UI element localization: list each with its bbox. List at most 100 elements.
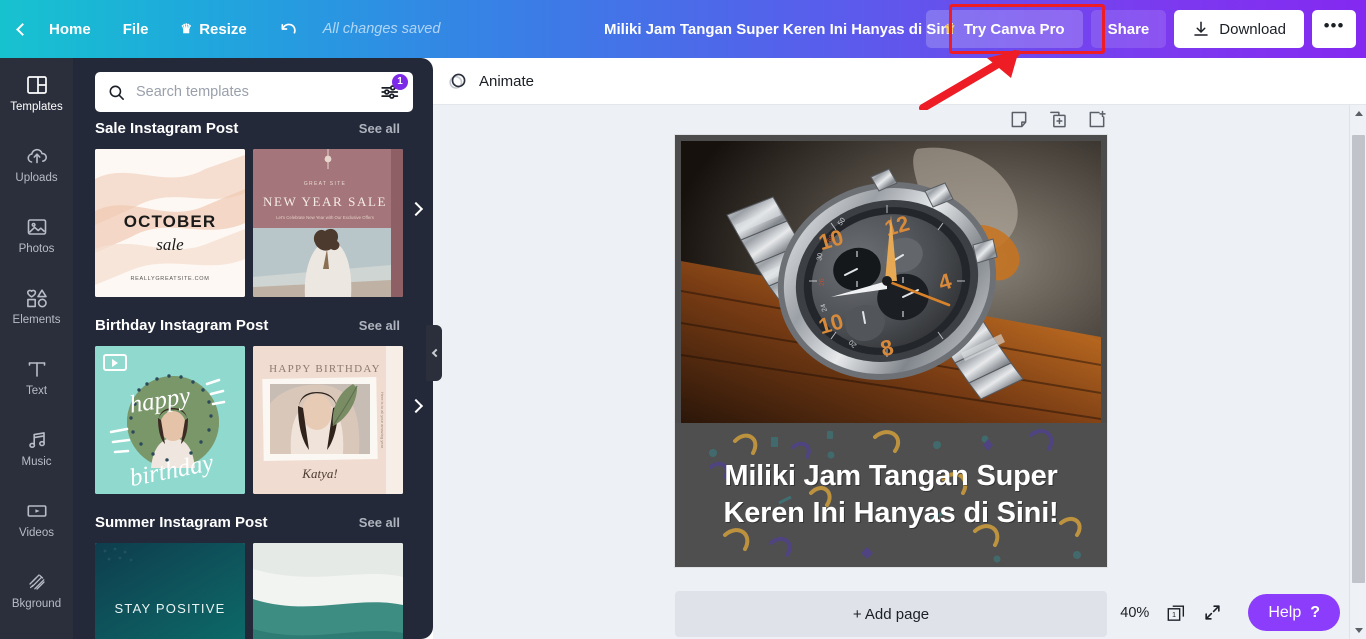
canvas-area[interactable]: 50 30 24 20 60 26 12 4 8 10 10 Miliki Ja…	[433, 105, 1366, 639]
expand-icon[interactable]	[1203, 603, 1222, 622]
animate-circles-icon	[449, 73, 466, 89]
svg-text:26: 26	[819, 278, 826, 286]
undo-button[interactable]	[263, 0, 315, 58]
design-caption[interactable]: Miliki Jam Tangan Super Keren Ini Hanyas…	[675, 423, 1107, 567]
question-mark-icon: ?	[1310, 603, 1320, 621]
see-all-link[interactable]: See all	[359, 318, 400, 333]
more-horizontal-icon: •••	[1323, 15, 1345, 35]
duplicate-page-icon[interactable]	[1048, 109, 1068, 130]
carousel-next-sale[interactable]	[407, 194, 425, 224]
upload-cloud-icon	[25, 144, 49, 168]
search-bar[interactable]: 1	[95, 72, 413, 112]
editor-toolbar: Animate	[433, 58, 1366, 105]
template-section-birthday: Birthday Instagram Post See all happy bi…	[73, 317, 433, 494]
sidebar-item-text[interactable]: Text	[0, 342, 73, 413]
chevron-left-icon	[431, 348, 440, 358]
resize-button[interactable]: ♛ Resize	[165, 0, 263, 58]
template-thumbnail-happy-birthday-teal[interactable]: happy birthday	[95, 346, 245, 494]
sidebar-item-elements[interactable]: Elements	[0, 271, 73, 342]
file-menu-button[interactable]: File	[107, 0, 165, 58]
video-icon	[25, 499, 49, 523]
sidebar-item-uploads[interactable]: Uploads	[0, 129, 73, 200]
sidebar-item-label: Elements	[12, 314, 61, 327]
zoom-level-label[interactable]: 40%	[1120, 605, 1149, 621]
save-status-label: All changes saved	[322, 21, 441, 37]
sidebar-item-label: Videos	[19, 527, 54, 540]
sidebar-item-label: Uploads	[15, 172, 58, 185]
panel-collapse-handle[interactable]	[426, 325, 442, 381]
see-all-link[interactable]: See all	[359, 121, 400, 136]
templates-scroll-container[interactable]: Sale Instagram Post See all OCTOBER sale…	[73, 120, 433, 639]
sidebar-item-photos[interactable]: Photos	[0, 200, 73, 271]
sidebar-item-bkground[interactable]: Bkground	[0, 555, 73, 626]
download-button[interactable]: Download	[1174, 10, 1304, 48]
design-caption-line-2: Keren Ini Hanyas di Sini!	[723, 497, 1059, 529]
sidebar-item-label: Photos	[18, 243, 55, 256]
section-title: Birthday Instagram Post	[95, 317, 269, 334]
more-options-button[interactable]: •••	[1312, 10, 1356, 48]
filter-count-badge: 1	[392, 74, 408, 90]
share-label: Share	[1107, 20, 1150, 38]
sidebar-item-videos[interactable]: Videos	[0, 484, 73, 555]
back-button[interactable]	[0, 0, 33, 58]
design-title[interactable]: Miliki Jam Tangan Super Keren Ini Hanyas…	[604, 0, 954, 58]
template-thumbnail-stay-positive[interactable]: STAY POSITIVE	[95, 543, 245, 639]
template-thumbnail-new-year-sale[interactable]: GREAT SITE NEW YEAR SALE Let's Celebrate…	[253, 149, 403, 297]
chevron-left-icon	[16, 22, 29, 36]
sidebar-item-label: Bkground	[11, 598, 62, 611]
video-template-badge	[103, 354, 127, 371]
svg-text:HAPPY BIRTHDAY: HAPPY BIRTHDAY	[269, 363, 381, 375]
canvas-vertical-scrollbar[interactable]	[1349, 105, 1366, 639]
chronograph-watch-photo: 50 30 24 20 60 26 12 4 8 10 10	[681, 141, 1101, 423]
watch-photo[interactable]: 50 30 24 20 60 26 12 4 8 10 10	[681, 141, 1101, 423]
templates-icon	[25, 73, 49, 97]
top-toolbar-right-group: ♛ Try Canva Pro Share Download •••	[926, 0, 1356, 58]
download-label: Download	[1219, 20, 1286, 38]
section-title: Sale Instagram Post	[95, 120, 239, 137]
help-button[interactable]: Help ?	[1248, 594, 1340, 631]
page-count-icon[interactable]: 1	[1165, 602, 1187, 624]
carousel-next-birthday[interactable]	[407, 391, 425, 421]
add-page-button[interactable]: + Add page	[675, 591, 1107, 637]
template-section-sale: Sale Instagram Post See all OCTOBER sale…	[73, 120, 433, 297]
see-all-link[interactable]: See all	[359, 515, 400, 530]
crown-icon: ♛	[944, 20, 956, 36]
home-label: Home	[49, 20, 91, 38]
template-thumbnail-october-sale[interactable]: OCTOBER sale REALLYGREATSITE.COM	[95, 149, 245, 297]
sidebar-item-label: Music	[21, 456, 52, 469]
chevron-right-icon	[408, 398, 424, 413]
section-title: Summer Instagram Post	[95, 514, 268, 531]
beach-wave-artwork	[253, 543, 403, 639]
home-button[interactable]: Home	[33, 0, 107, 58]
scroll-down-button[interactable]	[1350, 622, 1366, 639]
zoom-controls-group: 40% 1	[1108, 597, 1235, 628]
animate-button[interactable]: Animate	[433, 58, 548, 104]
filter-button[interactable]: 1	[379, 74, 408, 103]
scroll-up-button[interactable]	[1350, 105, 1366, 122]
text-icon	[25, 357, 49, 381]
try-canva-pro-button[interactable]: ♛ Try Canva Pro	[926, 10, 1083, 48]
sidebar-item-music[interactable]: Music	[0, 413, 73, 484]
notes-icon[interactable]	[1009, 109, 1029, 130]
add-page-label: + Add page	[852, 605, 930, 623]
resize-label: Resize	[199, 20, 247, 38]
animate-label: Animate	[479, 72, 535, 90]
template-thumbnail-happy-birthday-katya[interactable]: HAPPY BIRTHDAY Katya! Here is to all you…	[253, 346, 403, 494]
try-canva-pro-label: Try Canva Pro	[963, 20, 1065, 38]
svg-text:OCTOBER: OCTOBER	[124, 212, 216, 231]
chevron-right-icon	[408, 201, 424, 216]
scrollbar-thumb[interactable]	[1352, 135, 1365, 583]
search-input[interactable]	[136, 84, 379, 100]
sidebar-item-templates[interactable]: Templates	[0, 58, 73, 129]
svg-text:Here is to all your amazing ye: Here is to all your amazing year	[380, 392, 385, 449]
design-page[interactable]: 50 30 24 20 60 26 12 4 8 10 10 Miliki Ja…	[675, 135, 1107, 567]
share-button[interactable]: Share	[1090, 10, 1167, 48]
sidebar-item-label: Text	[25, 385, 48, 398]
svg-text:REALLYGREATSITE.COM: REALLYGREATSITE.COM	[130, 276, 209, 282]
file-label: File	[122, 20, 149, 38]
svg-text:Let's Celebrate New Year with: Let's Celebrate New Year with Our Exclus…	[276, 215, 374, 220]
add-page-icon[interactable]	[1087, 109, 1107, 130]
svg-text:STAY POSITIVE: STAY POSITIVE	[115, 601, 226, 616]
happy-birthday-katya-artwork: HAPPY BIRTHDAY Katya! Here is to all you…	[253, 346, 403, 494]
template-thumbnail-beach-wave[interactable]	[253, 543, 403, 639]
